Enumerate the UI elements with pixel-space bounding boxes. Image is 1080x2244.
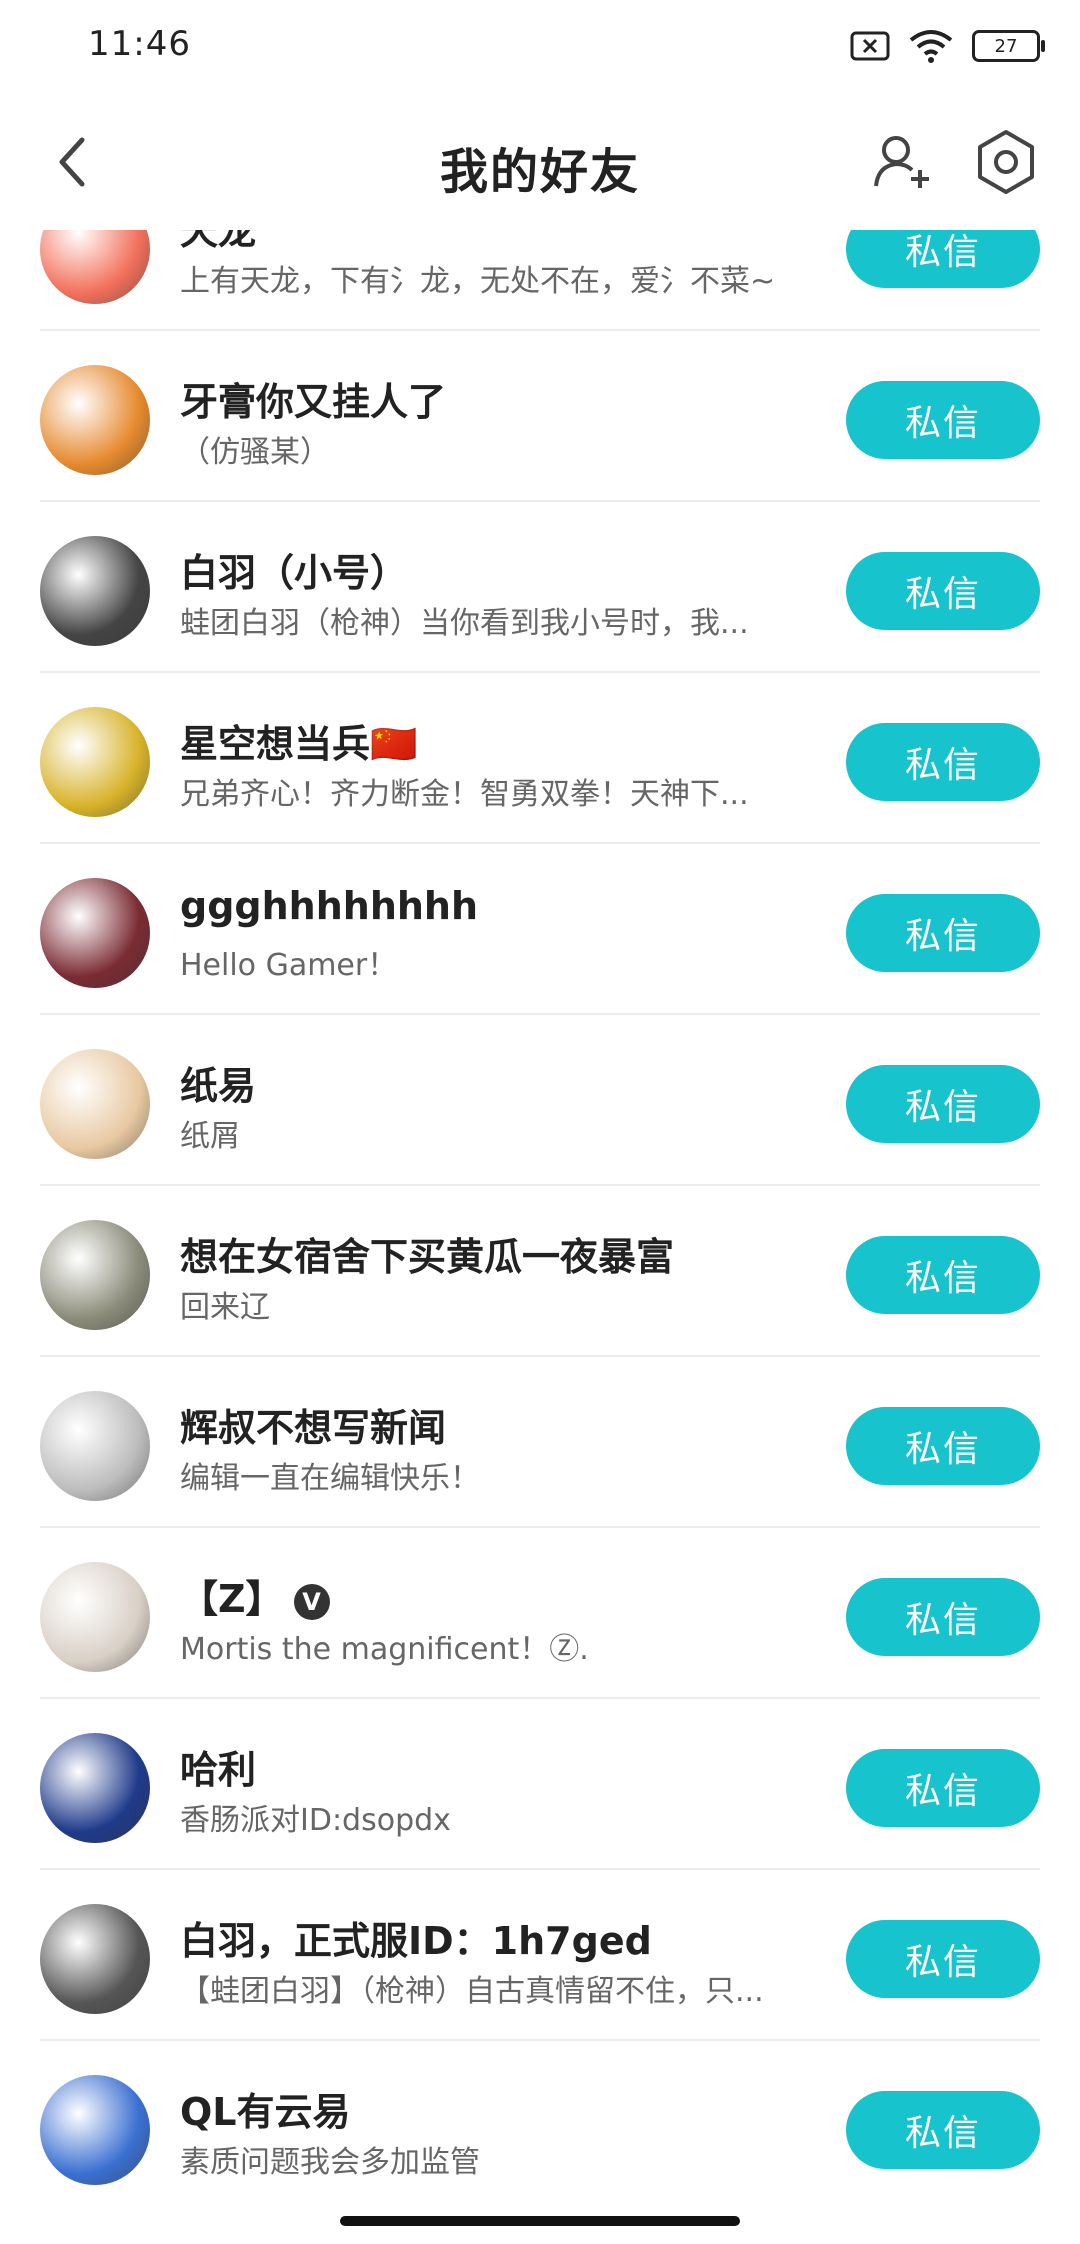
avatar[interactable]	[40, 230, 150, 304]
message-button[interactable]: 私信	[846, 894, 1040, 972]
friend-signature: 香肠派对ID:dsopdx	[180, 1803, 451, 1838]
friend-row[interactable]: 白羽，正式服ID：1h7ged 【蛙团白羽】（枪神）自古真情留不住，只... 私信	[40, 1870, 1040, 2041]
friend-name: 白羽（小号）	[180, 542, 408, 597]
avatar[interactable]	[40, 1049, 150, 1159]
avatar[interactable]	[40, 707, 150, 817]
friend-name-text: QL有云易	[180, 2090, 351, 2134]
message-button[interactable]: 私信	[846, 552, 1040, 630]
friend-name-text: 星空想当兵🇨🇳	[180, 722, 418, 766]
friend-row[interactable]: 想在女宿舍下买黄瓜一夜暴富回来辽 私信	[40, 1186, 1040, 1357]
friend-signature: 编辑一直在编辑快乐！	[180, 1461, 480, 1496]
message-button[interactable]: 私信	[846, 723, 1040, 801]
message-button[interactable]: 私信	[846, 2091, 1040, 2169]
friend-signature: Hello Gamer！	[180, 948, 398, 983]
avatar[interactable]	[40, 1391, 150, 1501]
verified-badge: V	[293, 1583, 330, 1620]
add-user-icon	[874, 136, 929, 188]
avatar[interactable]	[40, 1220, 150, 1330]
message-button[interactable]: 私信	[846, 1407, 1040, 1485]
wifi-icon	[909, 30, 953, 63]
friend-name-text: 【Z】	[180, 1577, 284, 1621]
friend-name-text: 白羽，正式服ID：1h7ged	[180, 1919, 652, 1963]
friend-row[interactable]: 天龙上有天龙，下有氵龙，无处不在，爱氵不菜~ 私信	[40, 230, 1040, 331]
friend-name: 牙膏你又挂人了	[180, 371, 446, 426]
avatar[interactable]	[40, 878, 150, 988]
friend-row[interactable]: 星空想当兵🇨🇳 兄弟齐心！齐力断金！智勇双拳！天神下... 私信	[40, 673, 1040, 844]
friend-name-text: 白羽（小号）	[180, 551, 409, 595]
friend-name: QL有云易	[180, 2081, 351, 2136]
friend-row[interactable]: 哈利香肠派对ID:dsopdx 私信	[40, 1699, 1040, 1870]
friend-name-text: 想在女宿舍下买黄瓜一夜暴富	[180, 1235, 675, 1279]
friend-row[interactable]: 【Z】 V Mortis the magnificent！Ⓩ. 私信	[40, 1528, 1040, 1699]
avatar[interactable]	[40, 1733, 150, 1843]
friend-row[interactable]: 纸易纸屑 私信	[40, 1015, 1040, 1186]
friend-name: 星空想当兵🇨🇳	[180, 713, 417, 768]
header: 我的好友	[0, 100, 1080, 230]
settings-button[interactable]	[972, 128, 1040, 196]
friend-signature: 兄弟齐心！齐力断金！智勇双拳！天神下...	[180, 777, 749, 812]
avatar[interactable]	[40, 1562, 150, 1672]
friend-row[interactable]: QL有云易素质问题我会多加监管 私信	[40, 2041, 1040, 2210]
home-indicator[interactable]	[340, 2216, 740, 2226]
friend-signature: （仿骚某）	[180, 435, 330, 470]
message-button[interactable]: 私信	[846, 1236, 1040, 1314]
friend-signature: 【蛙团白羽】（枪神）自古真情留不住，只...	[180, 1974, 764, 2009]
friend-signature: Mortis the magnificent！Ⓩ.	[180, 1632, 589, 1667]
friend-name: 天龙	[180, 230, 256, 255]
friend-row[interactable]: 白羽（小号） 蛙团白羽（枪神）当你看到我小号时，我... 私信	[40, 502, 1040, 673]
friend-list[interactable]: 天龙 上有天龙，下有氵龙，无处不在，爱氵不菜~ 私信 牙膏你又挂人了 （仿骚某） 私信 白羽…	[0, 230, 1080, 2210]
clock: 11:46	[88, 24, 191, 64]
avatar[interactable]	[40, 536, 150, 646]
friend-signature: 蛙团白羽（枪神）当你看到我小号时，我...	[180, 606, 749, 641]
friend-signature: 纸屑	[180, 1119, 240, 1154]
message-button[interactable]: 私信	[846, 1065, 1040, 1143]
message-button[interactable]: 私信	[846, 381, 1040, 459]
friend-signature: 上有天龙，下有氵龙，无处不在，爱氵不菜~	[180, 264, 776, 299]
friend-row[interactable]: 辉叔不想写新闻编辑一直在编辑快乐！ 私信	[40, 1357, 1040, 1528]
gear-icon	[978, 130, 1034, 194]
status-bar: 11:46 27	[0, 0, 1080, 90]
status-icons: 27	[850, 28, 1045, 64]
avatar[interactable]	[40, 1904, 150, 2014]
add-friend-button[interactable]	[870, 130, 934, 194]
friend-name-text: 天龙	[180, 230, 257, 253]
friend-row[interactable]: ggghhhhhhhh Hello Gamer！ 私信	[40, 844, 1040, 1015]
friend-name-text: 牙膏你又挂人了	[180, 380, 447, 424]
friend-name: 白羽，正式服ID：1h7ged	[180, 1910, 652, 1965]
friend-name: 纸易	[180, 1055, 256, 1110]
battery-level: 27	[994, 35, 1018, 57]
friend-name-text: 哈利	[180, 1748, 257, 1792]
avatar[interactable]	[40, 2075, 150, 2185]
message-button[interactable]: 私信	[846, 1920, 1040, 1998]
friend-name: 辉叔不想写新闻	[180, 1397, 446, 1452]
friend-name: 哈利	[180, 1739, 256, 1794]
friend-signature: 素质问题我会多加监管	[180, 2145, 480, 2180]
message-button[interactable]: 私信	[846, 1749, 1040, 1827]
friend-row[interactable]: 牙膏你又挂人了 （仿骚某） 私信	[40, 331, 1040, 502]
message-button[interactable]: 私信	[846, 230, 1040, 288]
sim-blocked-icon	[850, 31, 890, 61]
friend-name: 【Z】 V	[180, 1568, 330, 1623]
avatar[interactable]	[40, 365, 150, 475]
friend-name: ggghhhhhhhh	[180, 884, 478, 928]
friend-name-text: 纸易	[180, 1064, 257, 1108]
message-button[interactable]: 私信	[846, 1578, 1040, 1656]
friend-name: 想在女宿舍下买黄瓜一夜暴富	[180, 1226, 674, 1281]
friend-name-text: 辉叔不想写新闻	[180, 1406, 447, 1450]
friend-name-text: ggghhhhhhhh	[180, 884, 479, 928]
friend-signature: 回来辽	[180, 1290, 270, 1325]
battery-indicator: 27	[972, 30, 1045, 62]
